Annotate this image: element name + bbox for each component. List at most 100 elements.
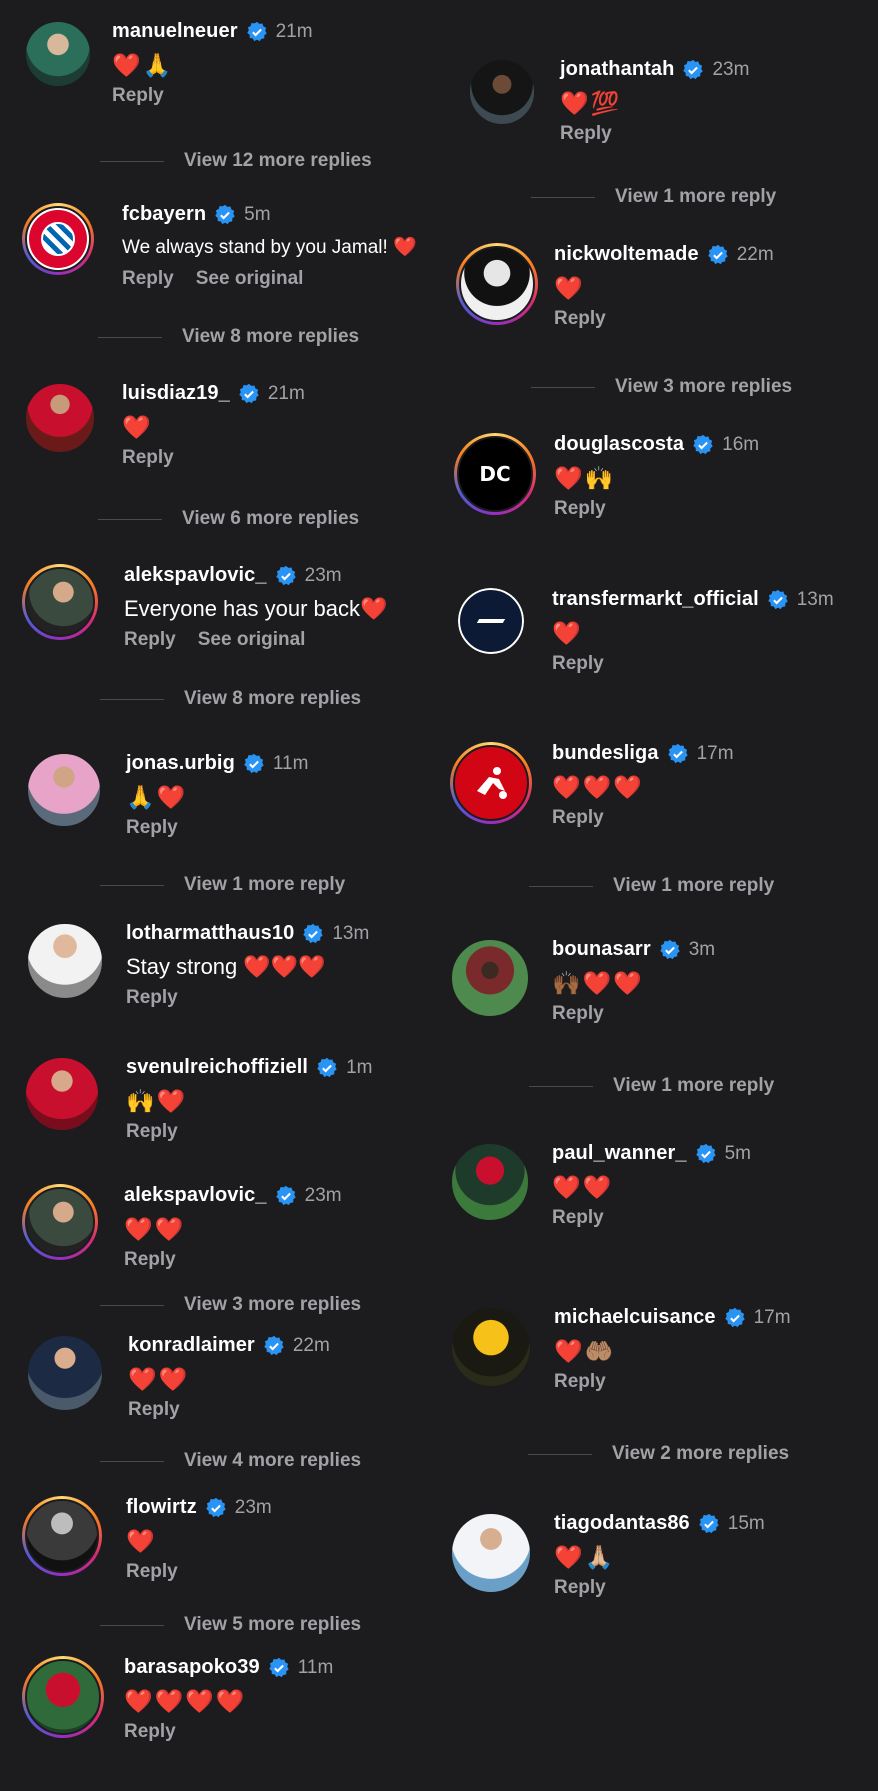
- view-more-replies[interactable]: View 8 more replies: [98, 326, 359, 348]
- view-more-replies[interactable]: View 1 more reply: [529, 1075, 774, 1097]
- view-more-label[interactable]: View 12 more replies: [184, 150, 372, 172]
- view-more-replies[interactable]: View 6 more replies: [98, 508, 359, 530]
- view-more-label[interactable]: View 1 more reply: [184, 874, 345, 896]
- see-original-button[interactable]: See original: [196, 268, 304, 289]
- reply-button[interactable]: Reply: [554, 1371, 606, 1392]
- timestamp: 15m: [727, 1512, 765, 1534]
- username[interactable]: jonathantah: [560, 58, 674, 81]
- username[interactable]: bundesliga: [552, 742, 659, 765]
- timestamp: 1m: [346, 1056, 373, 1078]
- username[interactable]: barasapoko39: [124, 1656, 260, 1679]
- verified-badge-icon: [275, 565, 296, 585]
- username[interactable]: alekspavlovic_: [124, 564, 267, 587]
- reply-button[interactable]: Reply: [122, 268, 174, 289]
- avatar[interactable]: [24, 20, 92, 88]
- view-more-replies[interactable]: View 1 more reply: [529, 875, 774, 897]
- reply-button[interactable]: Reply: [124, 1721, 176, 1742]
- view-more-label[interactable]: View 6 more replies: [182, 508, 359, 530]
- reply-button[interactable]: Reply: [126, 1561, 178, 1582]
- username[interactable]: konradlaimer: [128, 1334, 255, 1357]
- username[interactable]: douglascosta: [554, 433, 684, 456]
- reply-button[interactable]: Reply: [126, 817, 178, 838]
- comment-text: ❤️: [554, 275, 585, 301]
- username[interactable]: lotharmatthaus10: [126, 922, 294, 945]
- avatar[interactable]: [26, 1334, 104, 1412]
- view-more-label[interactable]: View 8 more replies: [184, 688, 361, 710]
- view-more-replies[interactable]: View 2 more replies: [528, 1443, 789, 1465]
- divider: [531, 386, 595, 388]
- avatar[interactable]: [24, 1056, 100, 1132]
- view-more-label[interactable]: View 1 more reply: [613, 875, 774, 897]
- reply-button[interactable]: Reply: [128, 1399, 180, 1420]
- avatar[interactable]: [22, 203, 94, 275]
- view-more-replies[interactable]: View 4 more replies: [100, 1450, 361, 1472]
- avatar[interactable]: [450, 938, 530, 1018]
- timestamp: 13m: [796, 588, 834, 610]
- avatar[interactable]: [22, 564, 98, 640]
- username[interactable]: transfermarkt_official: [552, 588, 759, 611]
- view-more-label[interactable]: View 1 more reply: [615, 186, 776, 208]
- username[interactable]: flowirtz: [126, 1496, 197, 1519]
- see-original-button[interactable]: See original: [198, 629, 306, 650]
- view-more-replies[interactable]: View 12 more replies: [100, 150, 372, 172]
- username[interactable]: svenulreichoffiziell: [126, 1056, 308, 1079]
- reply-button[interactable]: Reply: [552, 807, 604, 828]
- view-more-label[interactable]: View 3 more replies: [615, 376, 792, 398]
- reply-button[interactable]: Reply: [552, 1207, 604, 1228]
- reply-button[interactable]: Reply: [560, 123, 612, 144]
- view-more-label[interactable]: View 4 more replies: [184, 1450, 361, 1472]
- username[interactable]: paul_wanner_: [552, 1142, 687, 1165]
- username[interactable]: manuelneuer: [112, 20, 238, 43]
- verified-badge-icon: [264, 1335, 284, 1355]
- avatar[interactable]: [24, 382, 96, 454]
- avatar[interactable]: [450, 742, 532, 824]
- username[interactable]: alekspavlovic_: [124, 1184, 267, 1207]
- view-more-replies[interactable]: View 5 more replies: [100, 1614, 361, 1636]
- reply-button[interactable]: Reply: [112, 85, 164, 106]
- avatar[interactable]: [450, 1512, 532, 1594]
- verified-badge-icon: [693, 434, 713, 454]
- view-more-replies[interactable]: View 3 more replies: [531, 376, 792, 398]
- view-more-label[interactable]: View 2 more replies: [612, 1443, 789, 1465]
- reply-button[interactable]: Reply: [554, 308, 606, 329]
- username[interactable]: tiagodantas86: [554, 1512, 690, 1535]
- reply-button[interactable]: Reply: [122, 447, 174, 468]
- avatar[interactable]: [26, 922, 104, 1000]
- reply-button[interactable]: Reply: [124, 1249, 176, 1270]
- avatar[interactable]: [22, 1184, 98, 1260]
- username[interactable]: bounasarr: [552, 938, 651, 961]
- username[interactable]: luisdiaz19_: [122, 382, 230, 405]
- reply-button[interactable]: Reply: [554, 1577, 606, 1598]
- username[interactable]: michaelcuisance: [554, 1306, 716, 1329]
- avatar[interactable]: [26, 752, 102, 828]
- view-more-replies[interactable]: View 8 more replies: [100, 688, 361, 710]
- reply-button[interactable]: Reply: [552, 653, 604, 674]
- reply-button[interactable]: Reply: [552, 1003, 604, 1024]
- avatar[interactable]: [468, 58, 536, 126]
- avatar[interactable]: [450, 1306, 532, 1388]
- avatar[interactable]: [458, 588, 524, 654]
- username[interactable]: jonas.urbig: [126, 752, 235, 775]
- username[interactable]: fcbayern: [122, 203, 206, 226]
- view-more-label[interactable]: View 8 more replies: [182, 326, 359, 348]
- view-more-label[interactable]: View 5 more replies: [184, 1614, 361, 1636]
- reply-button[interactable]: Reply: [124, 629, 176, 650]
- timestamp: 17m: [753, 1306, 791, 1328]
- view-more-replies[interactable]: View 1 more reply: [100, 874, 345, 896]
- comment-text: ❤️❤️❤️❤️: [124, 1688, 247, 1714]
- comment-text: 🙌🏾❤️❤️: [552, 970, 644, 996]
- avatar[interactable]: [22, 1496, 102, 1576]
- reply-button[interactable]: Reply: [126, 987, 178, 1008]
- view-more-label[interactable]: View 3 more replies: [184, 1294, 361, 1316]
- view-more-replies[interactable]: View 3 more replies: [100, 1294, 361, 1316]
- verified-badge-icon: [275, 1185, 296, 1205]
- avatar[interactable]: DC: [454, 433, 536, 515]
- view-more-replies[interactable]: View 1 more reply: [531, 186, 776, 208]
- username[interactable]: nickwoltemade: [554, 243, 699, 266]
- reply-button[interactable]: Reply: [126, 1121, 178, 1142]
- view-more-label[interactable]: View 1 more reply: [613, 1075, 774, 1097]
- avatar[interactable]: [450, 1142, 530, 1222]
- reply-button[interactable]: Reply: [554, 498, 606, 519]
- avatar[interactable]: [456, 243, 538, 325]
- avatar[interactable]: [22, 1656, 104, 1738]
